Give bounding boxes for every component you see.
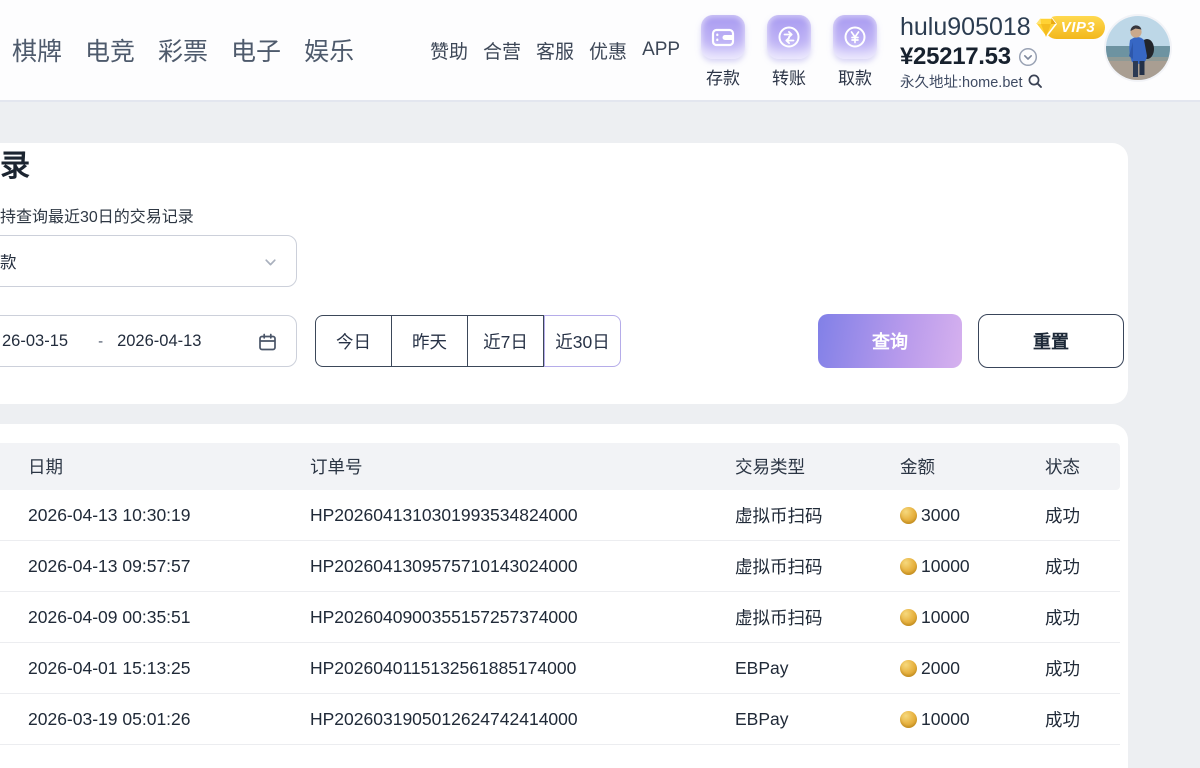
date-end-value: 2026-04-13 xyxy=(117,332,201,351)
user-info: hulu905018 VIP3 ¥25217.53 xyxy=(900,13,1100,90)
coin-icon xyxy=(900,507,917,524)
quick-range-yesterday[interactable]: 昨天 xyxy=(391,315,468,367)
transaction-type-select[interactable]: 款 xyxy=(0,235,297,287)
table-row: 2026-04-01 15:13:25 HP202604011513256188… xyxy=(0,643,1120,694)
vip-badge: VIP3 xyxy=(1045,16,1106,39)
column-order-number: 订单号 xyxy=(310,454,735,479)
calendar-icon xyxy=(257,332,278,353)
cell-order-number: HP2026040900355157257374000 xyxy=(310,607,735,628)
cell-transaction-type: 虚拟币扫码 xyxy=(735,605,900,630)
permanent-address: 永久地址:home.bet xyxy=(900,71,1023,92)
nav-item-slots[interactable]: 电子 xyxy=(231,32,281,68)
coin-icon xyxy=(900,558,917,575)
avatar[interactable] xyxy=(1106,16,1170,80)
filter-row: 26-03-15 - 2026-04-13 今日 昨天 近7日 近30日 查询 … xyxy=(0,314,1128,368)
gem-icon xyxy=(1032,13,1060,41)
column-date: 日期 xyxy=(28,454,310,479)
page-title: 录 xyxy=(0,147,30,187)
deposit-button[interactable]: 存款 xyxy=(700,15,746,89)
coin-icon xyxy=(900,609,917,626)
date-separator: - xyxy=(98,333,103,350)
nav-item-partner[interactable]: 合营 xyxy=(483,37,521,64)
main-nav: 棋牌 电竞 彩票 电子 娱乐 xyxy=(12,0,354,100)
withdraw-button[interactable]: 取款 xyxy=(832,15,878,89)
quick-range-today[interactable]: 今日 xyxy=(315,315,392,367)
cell-transaction-type: 虚拟币扫码 xyxy=(735,554,900,579)
address-search-icon[interactable] xyxy=(1027,73,1043,89)
page-subtitle: 持查询最近30日的交易记录 xyxy=(0,203,194,227)
cell-transaction-type: EBPay xyxy=(735,658,900,679)
type-select-value: 款 xyxy=(0,249,17,273)
cell-date: 2026-03-19 05:01:26 xyxy=(28,709,310,730)
nav-item-promo[interactable]: 优惠 xyxy=(589,37,627,64)
coin-icon xyxy=(900,711,917,728)
cell-amount: 10000 xyxy=(900,607,1045,628)
table-row: 2026-04-13 09:57:57 HP202604130957571014… xyxy=(0,541,1120,592)
cell-amount: 10000 xyxy=(900,556,1045,577)
date-start-value: 26-03-15 xyxy=(0,332,68,351)
nav-item-service[interactable]: 客服 xyxy=(536,37,574,64)
cell-status: 成功 xyxy=(1045,605,1120,630)
cell-status: 成功 xyxy=(1045,656,1120,681)
table-body: 2026-04-13 10:30:19 HP202604131030199353… xyxy=(0,490,1128,745)
cell-order-number: HP2026031905012624742414000 xyxy=(310,709,735,730)
cell-status: 成功 xyxy=(1045,707,1120,732)
search-button[interactable]: 查询 xyxy=(818,314,962,368)
cell-amount: 2000 xyxy=(900,658,1045,679)
reset-button[interactable]: 重置 xyxy=(978,314,1124,368)
wallet-icon xyxy=(701,15,745,59)
withdraw-icon xyxy=(833,15,877,59)
transfer-icon xyxy=(767,15,811,59)
cell-amount: 10000 xyxy=(900,709,1045,730)
table-row: 2026-03-19 05:01:26 HP202603190501262474… xyxy=(0,694,1120,745)
column-status: 状态 xyxy=(1045,454,1120,479)
table-row: 2026-04-13 10:30:19 HP202604131030199353… xyxy=(0,490,1120,541)
nav-item-chess[interactable]: 棋牌 xyxy=(12,32,62,68)
balance-toggle-icon[interactable] xyxy=(1018,47,1038,67)
chevron-down-icon xyxy=(263,255,278,270)
cell-date: 2026-04-13 09:57:57 xyxy=(28,556,310,577)
transfer-button[interactable]: 转账 xyxy=(766,15,812,89)
date-range-picker[interactable]: 26-03-15 - 2026-04-13 xyxy=(0,315,297,367)
cell-order-number: HP2026041309575710143024000 xyxy=(310,556,735,577)
cell-amount: 3000 xyxy=(900,505,1045,526)
cell-status: 成功 xyxy=(1045,503,1120,528)
nav-item-lottery[interactable]: 彩票 xyxy=(158,32,208,68)
table-header-row: 日期 订单号 交易类型 金额 状态 xyxy=(0,443,1120,490)
table-row: 2026-04-09 00:35:51 HP202604090035515725… xyxy=(0,592,1120,643)
nav-item-sponsor[interactable]: 赞助 xyxy=(430,37,468,64)
top-navigation-bar: 棋牌 电竞 彩票 电子 娱乐 赞助 合营 客服 优惠 APP xyxy=(0,0,1200,102)
quick-range-30days[interactable]: 近30日 xyxy=(544,315,621,367)
nav-item-casino[interactable]: 娱乐 xyxy=(304,32,354,68)
vip-level-label: VIP3 xyxy=(1061,19,1096,36)
column-amount: 金额 xyxy=(900,454,1045,479)
cell-order-number: HP2026040115132561885174000 xyxy=(310,658,735,679)
transfer-label: 转账 xyxy=(772,64,806,89)
cell-status: 成功 xyxy=(1045,554,1120,579)
secondary-nav: 赞助 合营 客服 优惠 APP xyxy=(430,0,680,100)
deposit-label: 存款 xyxy=(706,64,740,89)
coin-icon xyxy=(900,660,917,677)
nav-item-app[interactable]: APP xyxy=(642,39,680,61)
username: hulu905018 xyxy=(900,13,1031,41)
transaction-records-page: 棋牌 电竞 彩票 电子 娱乐 赞助 合营 客服 优惠 APP xyxy=(0,0,1200,768)
cell-date: 2026-04-01 15:13:25 xyxy=(28,658,310,679)
balance-amount: ¥25217.53 xyxy=(900,43,1011,71)
cell-date: 2026-04-13 10:30:19 xyxy=(28,505,310,526)
cell-transaction-type: EBPay xyxy=(735,709,900,730)
cell-order-number: HP2026041310301993534824000 xyxy=(310,505,735,526)
quick-range-group: 今日 昨天 近7日 近30日 xyxy=(315,315,621,367)
nav-item-esports[interactable]: 电竞 xyxy=(85,32,135,68)
quick-range-7days[interactable]: 近7日 xyxy=(467,315,544,367)
cell-date: 2026-04-09 00:35:51 xyxy=(28,607,310,628)
filter-card: 录 持查询最近30日的交易记录 款 26-03-15 - 2026-04-13 … xyxy=(0,143,1128,404)
records-table-card: 日期 订单号 交易类型 金额 状态 2026-04-13 10:30:19 HP… xyxy=(0,424,1128,768)
wallet-actions: 存款 转账 取款 xyxy=(700,15,878,89)
withdraw-label: 取款 xyxy=(838,64,872,89)
cell-transaction-type: 虚拟币扫码 xyxy=(735,503,900,528)
column-transaction-type: 交易类型 xyxy=(735,454,900,479)
